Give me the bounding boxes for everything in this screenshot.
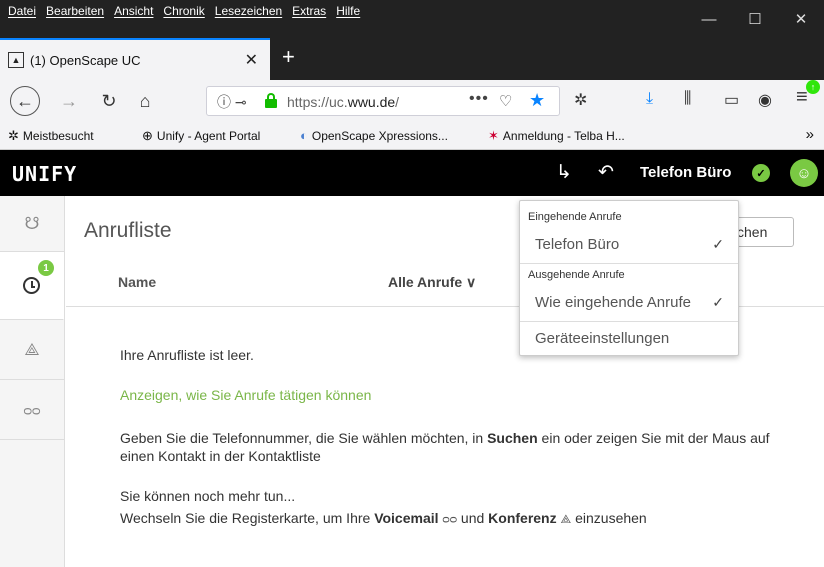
call-history-tab[interactable]: 1 — [0, 252, 64, 320]
contacts-icon: ☋ — [24, 213, 40, 233]
home-button[interactable]: ⌂ — [130, 86, 160, 116]
menu-divider — [520, 263, 738, 264]
incoming-calls-header: Eingehende Anrufe — [528, 211, 622, 223]
url-text[interactable]: https://uc.wwu.de/ — [287, 94, 399, 110]
site-info-icon[interactable]: ⓘ ⊸ — [217, 92, 247, 112]
pocket-icon[interactable]: ♡ — [499, 92, 512, 110]
close-window-button[interactable]: ✕ — [778, 0, 824, 38]
page-actions-icon[interactable]: ••• — [469, 90, 489, 108]
menu-datei[interactable]: Datei — [8, 4, 36, 18]
more-bookmarks-icon[interactable]: » — [806, 126, 814, 143]
globe-icon: ⊕ — [142, 128, 153, 143]
check-icon: ✓ — [712, 293, 724, 310]
incoming-device-item[interactable]: Telefon Büro ✓ — [520, 229, 738, 259]
outgoing-device-item[interactable]: Wie eingehende Anrufe ✓ — [520, 287, 738, 317]
avatar[interactable]: ☺ — [790, 159, 818, 187]
menu-lesezeichen[interactable]: Lesezeichen — [215, 4, 282, 18]
unify-logo: UNIFY — [12, 162, 78, 186]
empty-state-text: Ihre Anrufliste ist leer. — [120, 347, 254, 363]
help-text-tabs: Wechseln Sie die Registerkarte, um Ihre … — [120, 510, 647, 526]
menu-bearbeiten[interactable]: Bearbeiten — [46, 4, 104, 18]
bookmark-star-icon[interactable]: ★ — [529, 90, 545, 111]
unify-header: UNIFY ↳ ↶ Telefon Büro ✓ ☺ — [0, 150, 824, 196]
left-rail: ☋ 1 ⟁ ᴑᴑ — [0, 196, 65, 567]
column-header-name: Name — [118, 274, 157, 290]
reload-button[interactable]: ↻ — [94, 86, 124, 116]
chevron-down-icon: ∨ — [466, 274, 477, 290]
call-filter-dropdown[interactable]: Alle Anrufe ∨ — [388, 274, 476, 291]
conference-icon: ⟁ — [560, 512, 572, 526]
url-bar[interactable]: ⓘ ⊸ https://uc.wwu.de/ ••• ♡ ★ — [206, 86, 560, 116]
unify-favicon-icon: ▲ — [8, 52, 24, 68]
voicemail-tab[interactable]: ᴑᴑ — [0, 380, 64, 440]
navigation-toolbar: ← → ↻ ⌂ ⓘ ⊸ https://uc.wwu.de/ ••• ♡ ★ ✲… — [0, 80, 824, 122]
back-button[interactable]: ← — [10, 86, 40, 116]
contacts-tab[interactable]: ☋ — [0, 196, 64, 252]
menu-divider — [520, 321, 738, 322]
outgoing-calls-header: Ausgehende Anrufe — [528, 269, 625, 281]
conference-icon: ⟁ — [24, 339, 40, 359]
bookmark-icon: ◐ — [300, 128, 308, 143]
voicemail-icon: ᴑᴑ — [23, 401, 41, 418]
sidebar-icon[interactable]: ▭ — [724, 90, 739, 110]
forward-button[interactable]: → — [54, 86, 84, 116]
help-text-search: Geben Sie die Telefonnummer, die Sie wäh… — [120, 430, 770, 464]
downloads-icon[interactable]: ⤓ — [646, 90, 653, 108]
clock-icon — [23, 277, 40, 294]
menu-extras[interactable]: Extras — [292, 4, 326, 18]
bookmark-xpressions[interactable]: ◐ OpenScape Xpressions... — [300, 128, 448, 143]
notification-badge: 1 — [38, 260, 54, 276]
gear-icon: ✲ — [8, 128, 19, 143]
device-selector[interactable]: Telefon Büro — [640, 164, 731, 181]
status-ok-icon: ✓ — [752, 164, 770, 182]
minimize-button[interactable]: — — [686, 0, 732, 38]
bookmarks-toolbar: ✲ Meistbesucht ⊕ Unify - Agent Portal ◐ Ope… — [0, 122, 824, 150]
tab-openscape[interactable]: ▲ (1) OpenScape UC ✕ — [0, 38, 270, 80]
menu-hilfe[interactable]: Hilfe — [336, 4, 360, 18]
callback-icon[interactable]: ↶ — [598, 161, 614, 184]
update-available-icon: ↑ — [806, 80, 820, 94]
voicemail-icon: ᴑᴑ — [442, 512, 458, 526]
page-title: Anrufliste — [84, 219, 172, 242]
call-forward-icon[interactable]: ↳ — [556, 161, 572, 184]
tab-title: (1) OpenScape UC — [30, 52, 141, 68]
menu-chronik[interactable]: Chronik — [163, 4, 204, 18]
bookmark-telba[interactable]: ✶ Anmeldung - Telba H... — [488, 128, 625, 144]
library-icon[interactable]: ⫼ — [684, 90, 691, 108]
new-tab-button[interactable]: + — [282, 44, 295, 70]
device-settings-item[interactable]: Geräteeinstellungen — [520, 323, 738, 353]
device-dropdown-menu: Eingehende Anrufe Telefon Büro ✓ Ausgehen… — [519, 200, 739, 356]
star-icon: ✶ — [488, 128, 499, 143]
bookmark-agent-portal[interactable]: ⊕ Unify - Agent Portal — [142, 128, 260, 144]
lock-icon — [265, 93, 277, 108]
bookmark-meistbesucht[interactable]: ✲ Meistbesucht — [8, 128, 94, 144]
extension-gear-icon[interactable]: ✲ — [574, 90, 587, 110]
check-icon: ✓ — [712, 235, 724, 252]
tab-strip: ▲ (1) OpenScape UC ✕ + — [0, 38, 824, 80]
conference-tab[interactable]: ⟁ — [0, 320, 64, 380]
menu-bar: Datei Bearbeiten Ansicht Chronik Lesezei… — [0, 0, 824, 38]
maximize-button[interactable]: ☐ — [732, 0, 778, 38]
how-to-call-link[interactable]: Anzeigen, wie Sie Anrufe tätigen können — [120, 387, 371, 403]
tab-close-icon[interactable]: ✕ — [245, 50, 258, 70]
privacy-icon[interactable]: ◉ — [758, 90, 772, 110]
menu-ansicht[interactable]: Ansicht — [114, 4, 153, 18]
help-text-more: Sie können noch mehr tun... — [120, 488, 296, 504]
